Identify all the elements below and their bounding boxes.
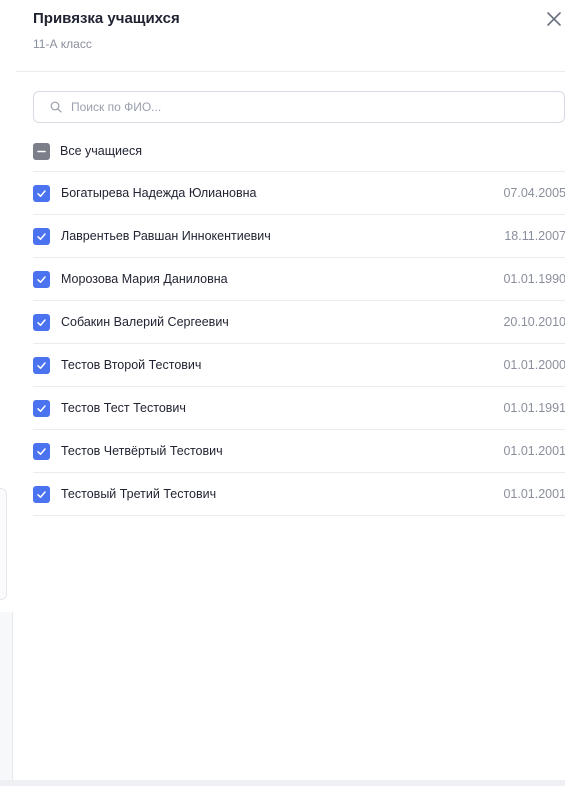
student-checkbox[interactable]	[33, 399, 50, 417]
student-list: Богатырева Надежда Юлиановна 07.04.2005 …	[33, 171, 565, 516]
student-birthdate: 01.01.1990	[503, 272, 565, 286]
student-row[interactable]: Тестов Четвёртый Тестович 01.01.2001	[33, 430, 565, 473]
student-row[interactable]: Тестов Тест Тестович 01.01.1991	[33, 387, 565, 430]
student-birthdate: 07.04.2005	[503, 186, 565, 200]
check-icon	[37, 447, 46, 455]
close-button[interactable]	[543, 8, 565, 30]
search-field[interactable]	[33, 91, 565, 123]
student-checkbox[interactable]	[33, 313, 50, 331]
student-birthdate: 01.01.2000	[503, 358, 565, 372]
check-icon	[37, 361, 46, 369]
close-icon	[547, 12, 561, 26]
student-birthdate: 01.01.2001	[503, 487, 565, 501]
student-name: Лаврентьев Равшан Иннокентиевич	[61, 229, 271, 243]
select-all-label: Все учащиеся	[60, 144, 142, 158]
background-panel-fragment	[0, 612, 13, 786]
student-name: Тестов Тест Тестович	[61, 401, 186, 415]
student-name: Тестовый Третий Тестович	[61, 487, 217, 501]
student-row[interactable]: Морозова Мария Даниловна 01.01.1990	[33, 258, 565, 301]
check-icon	[37, 189, 46, 197]
check-icon	[37, 404, 46, 412]
student-birthdate: 01.01.1991	[503, 401, 565, 415]
search-input[interactable]	[71, 100, 531, 114]
student-row[interactable]: Лаврентьев Равшан Иннокентиевич 18.11.20…	[33, 215, 565, 258]
student-row[interactable]: Тестов Второй Тестович 01.01.2000	[33, 344, 565, 387]
student-birthdate: 18.11.2007	[504, 229, 565, 243]
student-checkbox[interactable]	[33, 442, 50, 460]
student-birthdate: 20.10.2010	[503, 315, 565, 329]
student-checkbox[interactable]	[33, 356, 50, 374]
student-name: Собакин Валерий Сергеевич	[61, 315, 229, 329]
student-binding-drawer: Привязка учащихся 11-А класс Поиск по ФИ…	[16, 0, 565, 780]
check-icon	[37, 232, 46, 240]
student-name: Морозова Мария Даниловна	[61, 272, 228, 286]
search-icon	[50, 100, 64, 114]
student-checkbox[interactable]	[33, 270, 50, 288]
student-checkbox[interactable]	[33, 227, 50, 245]
student-row[interactable]: Богатырева Надежда Юлиановна 07.04.2005	[33, 172, 565, 215]
check-icon	[37, 490, 46, 498]
drawer-title: Привязка учащихся	[33, 10, 180, 27]
page: Привязка учащихся 11-А класс Поиск по ФИ…	[0, 0, 565, 786]
check-icon	[37, 318, 46, 326]
student-name: Богатырева Надежда Юлиановна	[61, 186, 257, 200]
bottom-divider	[0, 780, 565, 786]
drawer-header: Привязка учащихся 11-А класс	[16, 0, 565, 72]
student-row[interactable]: Собакин Валерий Сергеевич 20.10.2010	[33, 301, 565, 344]
student-name: Тестов Четвёртый Тестович	[61, 444, 223, 458]
minus-icon	[37, 150, 46, 152]
check-icon	[37, 275, 46, 283]
student-row[interactable]: Тестовый Третий Тестович 01.01.2001	[33, 473, 565, 516]
select-all-row[interactable]: Все учащиеся	[33, 138, 565, 164]
select-all-checkbox[interactable]	[33, 142, 50, 160]
student-checkbox[interactable]	[33, 184, 50, 202]
student-checkbox[interactable]	[33, 485, 50, 503]
class-subtitle: 11-А класс	[33, 37, 92, 51]
student-birthdate: 01.01.2001	[503, 444, 565, 458]
background-card-fragment	[0, 488, 7, 600]
student-name: Тестов Второй Тестович	[61, 358, 202, 372]
